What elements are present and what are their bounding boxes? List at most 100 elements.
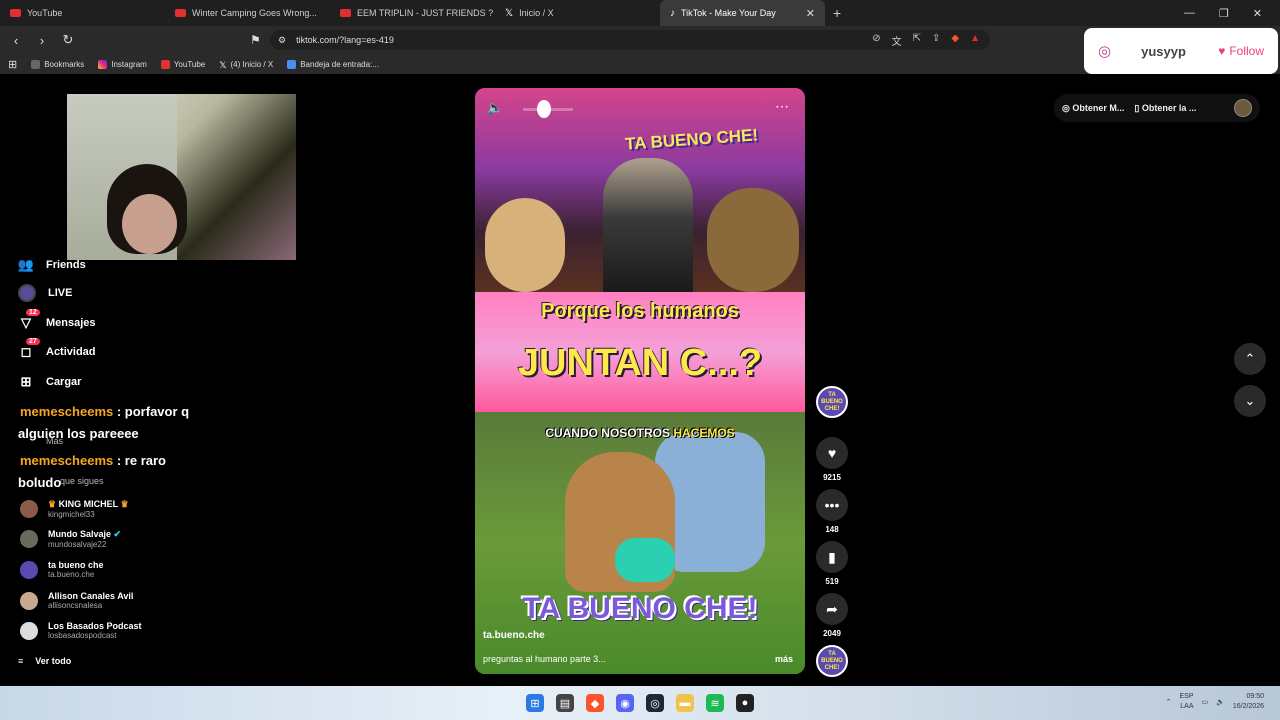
comment-button[interactable]: ••• 148 — [816, 489, 848, 534]
follow-button[interactable]: ♥ Follow — [1218, 44, 1264, 58]
start-icon[interactable]: ⊞ — [526, 694, 544, 712]
clock[interactable]: 09:50 16/2/2026 — [1233, 692, 1264, 712]
spotify-icon[interactable]: ≋ — [706, 694, 724, 712]
followed-account[interactable]: ta bueno che ta.bueno.che — [20, 560, 104, 579]
sidebar-item-label: Cargar — [46, 376, 82, 388]
avatar — [20, 560, 38, 579]
language-indicator[interactable]: ESP LAA — [1179, 692, 1193, 712]
account-handle: kingmichel33 — [48, 510, 95, 519]
file-explorer-icon[interactable]: ▤ — [556, 694, 574, 712]
save-button[interactable]: ▮ 519 — [816, 541, 848, 586]
messages-icon: ▽ 12 — [18, 309, 40, 331]
crown-icon: ♛ — [48, 499, 57, 509]
chat-message: memescheems : re raro — [20, 453, 166, 468]
network-icon[interactable]: ▭ — [1202, 698, 1209, 706]
close-icon[interactable]: ✕ — [806, 7, 815, 20]
folder-icon — [31, 59, 41, 69]
followed-account[interactable]: Allison Canales Avil allisoncsnalesa — [20, 591, 133, 610]
steam-icon[interactable]: ◎ — [646, 694, 664, 712]
url-field[interactable]: ⚙ tiktok.com/?lang=es-419 ⊘ 文 ⇱ ⇪ ◆ ▲ — [270, 30, 990, 50]
sidebar-item-live[interactable]: LIVE — [18, 284, 72, 302]
sidebar-item-messages[interactable]: ▽ 12 Mensajes — [18, 309, 96, 331]
x-icon: 𝕏 — [505, 7, 514, 19]
back-icon[interactable]: ‹ — [6, 33, 26, 48]
tab-winter-camping[interactable]: Winter Camping Goes Wrong... — [165, 0, 330, 26]
brave-browser-icon[interactable]: ◆ — [586, 694, 604, 712]
tab-x-inicio[interactable]: 𝕏 Inicio / X — [495, 0, 660, 26]
video-banner: TA BUENO CHE! — [624, 125, 759, 154]
reload-icon[interactable]: ↻ — [58, 32, 78, 48]
chat-username: memescheems — [20, 404, 114, 419]
share-button[interactable]: ➦ 2049 — [816, 593, 848, 638]
bookmark-item-x[interactable]: 𝕏 (4) Inicio / X — [219, 60, 273, 70]
translate-icon[interactable]: 文 — [892, 33, 902, 48]
profile-avatar[interactable] — [1234, 99, 1252, 117]
forward-icon[interactable]: › — [32, 33, 52, 48]
rewards-icon[interactable]: ▲ — [970, 33, 980, 48]
followed-account[interactable]: ♛ KING MICHEL ♛ kingmichel33 — [20, 499, 129, 519]
site-info-icon[interactable]: ⚙ — [278, 35, 286, 46]
new-tab-button[interactable]: + — [825, 5, 849, 21]
friends-icon: 👥 — [17, 257, 35, 272]
youtube-icon — [175, 9, 186, 17]
see-all-following[interactable]: ≡ Ver todo — [18, 656, 71, 666]
lang-label: ESP — [1179, 693, 1194, 700]
account-name: Mundo Salvaje — [48, 529, 112, 539]
discord-icon[interactable]: ◉ — [616, 694, 634, 712]
mute-site-icon[interactable]: ⊘ — [872, 33, 880, 48]
share-icon[interactable]: ⇪ — [932, 33, 940, 48]
bookmark-item-mail[interactable]: Bandeja de entrada:... — [287, 59, 379, 69]
get-coins-label: Obtener M... — [1072, 102, 1125, 113]
video-player[interactable]: TA BUENO CHE! Porque los humanos JUNTAN … — [475, 88, 805, 674]
app-icon[interactable]: ● — [736, 694, 754, 712]
sidebar-item-friends[interactable]: 👥 Friends — [18, 257, 86, 273]
brave-shield-icon[interactable]: ◆ — [951, 33, 959, 48]
get-app-button[interactable]: ▯ Obtener la ... — [1134, 103, 1196, 114]
video-author-handle[interactable]: ta.bueno.che — [483, 630, 545, 641]
account-name: Los Basados Podcast — [48, 621, 142, 631]
more-options-icon[interactable]: ⋯ — [775, 98, 789, 115]
bookmark-item-youtube[interactable]: YouTube — [160, 59, 205, 69]
avatar — [20, 591, 38, 610]
account-handle: losbasadospodcast — [48, 631, 117, 640]
video-panel-top: TA BUENO CHE! — [475, 88, 805, 292]
comment-count: 148 — [825, 525, 839, 534]
puppet-left — [485, 198, 565, 292]
chevron-up-icon[interactable]: ⌃ — [1166, 698, 1172, 706]
bookmark-item-bookmarks[interactable]: Bookmarks — [31, 59, 84, 69]
sidebar-item-upload[interactable]: ⊞ Cargar — [18, 374, 82, 390]
restore-icon[interactable]: ❐ — [1219, 7, 1229, 20]
crown-icon: ♛ — [120, 499, 129, 509]
youtube-icon — [10, 9, 21, 17]
description-more-link[interactable]: más — [775, 654, 793, 664]
youtube-icon — [160, 59, 170, 69]
like-button[interactable]: ♥ 9215 — [816, 437, 848, 482]
followed-account[interactable]: Los Basados Podcast losbasadospodcast — [20, 621, 142, 640]
sound-disc-button[interactable]: TA BUENO CHE! — [816, 645, 848, 677]
get-coins-button[interactable]: ◎ Obtener M... — [1062, 103, 1124, 114]
open-external-icon[interactable]: ⇱ — [913, 33, 921, 48]
sidebar-item-activity[interactable]: ◻ 27 Actividad — [18, 338, 96, 360]
heart-icon: ♥ — [1218, 44, 1226, 58]
tab-eem-triplin[interactable]: EEM TRIPLIN - JUST FRIENDS ? (OFFI — [330, 0, 495, 26]
bookmark-icon[interactable]: ⚑ — [250, 33, 261, 47]
apps-grid-icon[interactable]: ⊞ — [8, 58, 17, 71]
system-tray: ⌃ ESP LAA ▭ 🔈 09:50 16/2/2026 — [1166, 692, 1264, 712]
folder-icon[interactable]: ▬ — [676, 694, 694, 712]
creator-avatar-button[interactable]: TA BUENO CHE! — [816, 386, 848, 418]
tab-tiktok[interactable]: ♪ TikTok - Make Your Day ✕ — [660, 0, 825, 26]
volume-icon[interactable]: 🔈 — [1216, 698, 1225, 706]
next-video-button[interactable]: ⌄ — [1234, 385, 1266, 417]
activity-icon: ◻ 27 — [18, 338, 40, 360]
volume-slider-thumb[interactable] — [537, 100, 551, 118]
previous-video-button[interactable]: ⌃ — [1234, 343, 1266, 375]
tab-youtube[interactable]: YouTube — [0, 0, 165, 26]
video-description: preguntas al humano parte 3... — [483, 654, 606, 664]
followed-account[interactable]: Mundo Salvaje ✔ mundosalvaje22 — [20, 529, 121, 549]
close-window-icon[interactable]: ✕ — [1253, 7, 1262, 20]
minimize-icon[interactable]: — — [1184, 7, 1195, 20]
host-figure — [603, 158, 693, 292]
bookmark-item-instagram[interactable]: Instagram — [98, 59, 147, 69]
instagram-icon: ◎ — [1098, 43, 1112, 60]
volume-icon[interactable]: 🔈 — [487, 100, 503, 116]
